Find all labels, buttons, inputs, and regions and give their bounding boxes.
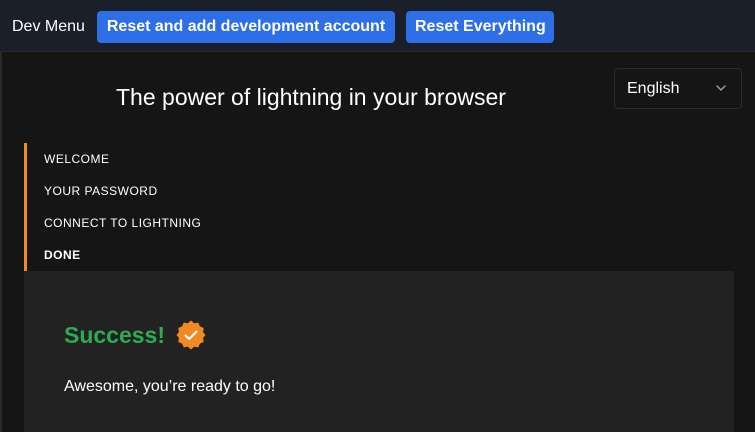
step-connect-to-lightning: CONNECT TO LIGHTNING [44,216,202,230]
language-select[interactable]: English [614,68,742,109]
reset-and-add-dev-account-button[interactable]: Reset and add development account [97,11,395,43]
dev-menu-title: Dev Menu [12,18,85,35]
reset-everything-button[interactable]: Reset Everything [406,11,554,43]
chevron-down-icon [716,85,726,91]
check-badge-icon [176,320,206,350]
step-your-password: YOUR PASSWORD [44,184,158,198]
page-left-border [0,52,2,432]
success-title: Success! [64,322,166,348]
step-done: DONE [44,248,81,262]
onboarding-steps: WELCOME YOUR PASSWORD CONNECT TO LIGHTNI… [24,143,284,271]
step-welcome: WELCOME [44,152,110,166]
language-select-value: English [627,80,680,97]
hero-title: The power of lightning in your browser [116,84,506,110]
dev-menu-bar: Dev Menu Reset and add development accou… [0,0,755,52]
success-card: Success! Awesome, you’re ready to go! [24,271,734,432]
success-message: Awesome, you’re ready to go! [64,378,276,395]
steps-progress-rail [24,143,27,271]
